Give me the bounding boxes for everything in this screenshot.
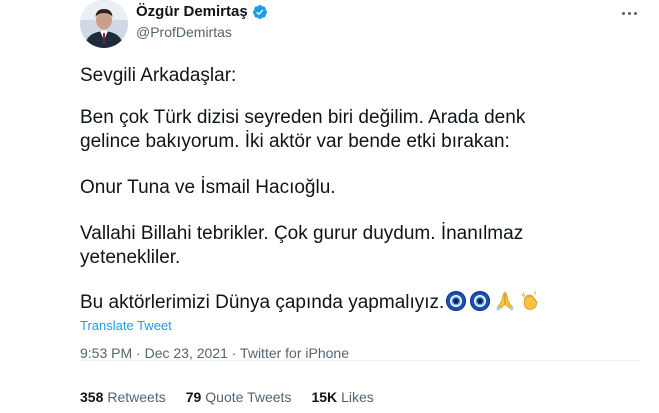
retweets-label: Retweets xyxy=(107,389,166,405)
nazar-amulet-emoji-icon xyxy=(470,291,491,311)
more-options-icon[interactable] xyxy=(620,6,640,22)
tweet-card: Özgür Demirtaş @ProfDemirtas Sevgili Ark… xyxy=(0,0,659,413)
tweet-header: Özgür Demirtaş @ProfDemirtas xyxy=(80,0,640,50)
likes-label: Likes xyxy=(341,389,374,405)
quote-tweets-stat[interactable]: 79 Quote Tweets xyxy=(186,389,292,405)
author-handle[interactable]: @ProfDemirtas xyxy=(136,24,232,40)
retweets-stat[interactable]: 358 Retweets xyxy=(80,389,166,405)
tweet-last-line: Bu aktörlerimizi Dünya çapında yapmalıyı… xyxy=(80,290,544,315)
tweet-line: Vallahi Billahi tebrikler. Çok gurur duy… xyxy=(80,223,524,244)
tweet-line: Ben çok Türk dizisi seyreden biri değili… xyxy=(80,107,526,128)
tweet-line: yetenekliler. xyxy=(80,247,181,268)
author-display-name[interactable]: Özgür Demirtaş xyxy=(136,3,248,20)
retweets-count: 358 xyxy=(80,389,104,405)
likes-stat[interactable]: 15K Likes xyxy=(311,389,373,405)
tweet-line: Onur Tuna ve İsmail Hacıoğlu. xyxy=(80,177,336,198)
quote-tweets-label: Quote Tweets xyxy=(205,389,292,405)
tweet-timestamp[interactable]: 9:53 PM · Dec 23, 2021 · Twitter for iPh… xyxy=(80,345,349,361)
name-row: Özgür Demirtaş xyxy=(136,3,268,20)
folded-hands-emoji-icon xyxy=(497,291,514,311)
emoji-group xyxy=(446,290,544,312)
tweet-stats: 358 Retweets 79 Quote Tweets 15K Likes xyxy=(80,389,394,405)
translate-tweet-link[interactable]: Translate Tweet xyxy=(80,318,172,333)
likes-count: 15K xyxy=(311,389,338,405)
tweet-line: Bu aktörlerimizi Dünya çapında yapmalıyı… xyxy=(80,292,445,313)
quote-tweets-count: 79 xyxy=(185,389,202,405)
tweet-line: Sevgili Arkadaşlar: xyxy=(80,65,237,86)
author-avatar[interactable] xyxy=(80,0,128,48)
nazar-amulet-emoji-icon xyxy=(446,291,467,311)
verified-badge-icon xyxy=(252,4,268,20)
stats-divider xyxy=(80,360,640,361)
tweet-line: gelince bakıyorum. İki aktör var bende e… xyxy=(80,131,510,152)
clapping-hands-emoji-icon xyxy=(521,291,538,310)
